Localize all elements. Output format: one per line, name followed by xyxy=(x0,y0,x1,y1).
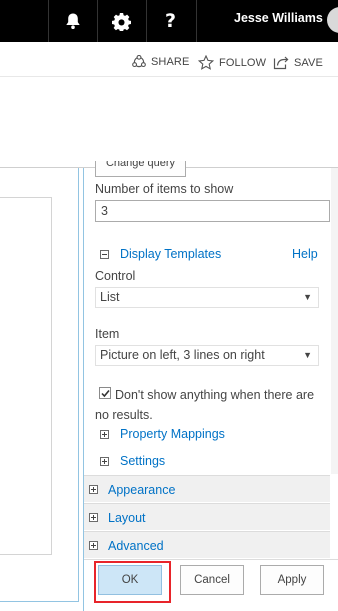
dropdown-arrow-icon: ▼ xyxy=(303,292,312,302)
cancel-button[interactable]: Cancel xyxy=(180,565,244,595)
no-results-label: Don't show anything when there are no re… xyxy=(95,388,315,422)
action-bar: SHARE FOLLOW SAVE xyxy=(0,42,338,77)
category-layout[interactable]: Layout xyxy=(84,503,330,530)
expand-settings-icon[interactable] xyxy=(100,457,109,466)
control-select[interactable]: List ▼ xyxy=(95,287,319,308)
follow-button[interactable]: FOLLOW xyxy=(198,55,266,70)
control-value: List xyxy=(100,290,120,304)
help-button[interactable]: ? xyxy=(146,0,194,42)
control-label: Control xyxy=(95,269,136,283)
expand-appearance-icon xyxy=(89,485,98,494)
dropdown-arrow-icon: ▼ xyxy=(303,350,312,360)
items-count-input[interactable]: 3 xyxy=(95,200,330,222)
gear-icon xyxy=(112,12,131,31)
settings-button[interactable] xyxy=(97,0,145,42)
save-icon xyxy=(273,55,294,70)
bell-icon xyxy=(65,12,81,30)
save-button[interactable]: SAVE xyxy=(273,55,323,70)
category-layout-label: Layout xyxy=(108,511,146,525)
expand-layout-icon xyxy=(89,513,98,522)
collapse-display-templates-icon[interactable] xyxy=(100,250,109,259)
share-button[interactable]: SHARE xyxy=(132,55,189,69)
help-link[interactable]: Help xyxy=(292,247,318,261)
web-part-zone xyxy=(0,197,52,555)
tool-pane-scrollbar[interactable] xyxy=(331,168,338,474)
expand-advanced-icon xyxy=(89,541,98,550)
category-advanced-label: Advanced xyxy=(108,539,164,553)
notifications-button[interactable] xyxy=(48,0,96,42)
save-label: SAVE xyxy=(294,56,323,69)
category-appearance[interactable]: Appearance xyxy=(84,475,330,502)
display-templates-heading[interactable]: Display Templates xyxy=(120,247,221,261)
category-appearance-label: Appearance xyxy=(108,483,176,497)
category-advanced[interactable]: Advanced xyxy=(84,531,330,558)
item-value: Picture on left, 3 lines on right xyxy=(100,348,265,362)
user-name[interactable]: Jesse Williams xyxy=(196,0,338,42)
items-count-label: Number of items to show xyxy=(95,182,234,196)
apply-button[interactable]: Apply xyxy=(260,565,324,595)
item-select[interactable]: Picture on left, 3 lines on right ▼ xyxy=(95,345,319,366)
help-icon: ? xyxy=(164,9,177,32)
property-mappings-section[interactable]: Property Mappings xyxy=(120,427,225,441)
star-icon xyxy=(198,55,219,70)
change-query-button[interactable]: Change query xyxy=(95,161,186,177)
suite-bar: ? Jesse Williams xyxy=(0,0,338,42)
follow-label: FOLLOW xyxy=(219,56,267,69)
item-label: Item xyxy=(95,327,120,341)
settings-section[interactable]: Settings xyxy=(120,454,165,468)
expand-property-mappings-icon[interactable] xyxy=(100,430,109,439)
share-icon xyxy=(132,55,151,69)
ok-button[interactable]: OK xyxy=(98,565,162,595)
share-label: SHARE xyxy=(151,56,190,68)
